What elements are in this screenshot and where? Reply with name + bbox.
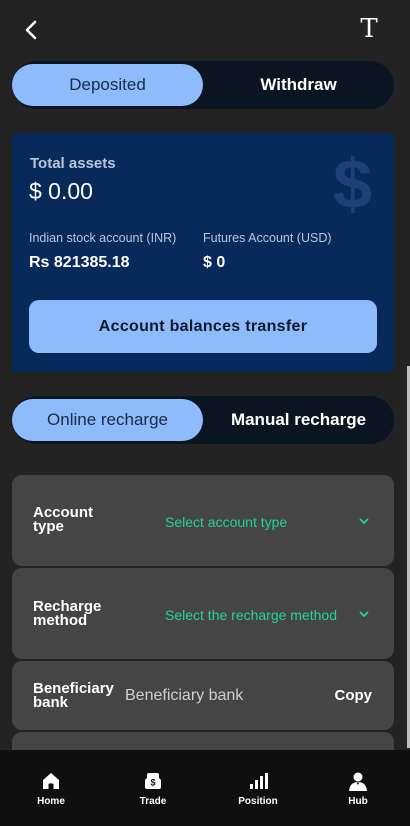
recharge-method-value: Select the recharge method <box>165 607 337 623</box>
recharge-method-label-line2: method <box>33 612 88 629</box>
chevron-down-icon <box>359 611 369 617</box>
account-type-label: Account type <box>33 505 93 535</box>
beneficiary-bank-label: Beneficiary bank <box>33 681 114 711</box>
tab-trade[interactable]: $ Trade <box>113 750 193 826</box>
bottom-tab-bar: Home $ Trade Position Hub <box>0 750 410 826</box>
hub-icon <box>349 772 367 791</box>
total-assets-label: Total assets <box>30 155 116 172</box>
deposit-withdraw-toggle: Deposited Withdraw <box>12 61 394 109</box>
tab-position-label: Position <box>238 796 278 807</box>
svg-text:$: $ <box>150 778 155 788</box>
total-assets-card: $ Total assets $ 0.00 Indian stock accou… <box>12 133 394 372</box>
home-icon <box>43 773 59 789</box>
recharge-method-label: Recharge method <box>33 599 101 629</box>
beneficiary-bank-value: Beneficiary bank <box>125 687 244 704</box>
tab-hub-label: Hub <box>348 796 368 807</box>
balance-transfer-button[interactable]: Account balances transfer <box>29 300 377 353</box>
indian-account-value: Rs 821385.18 <box>29 254 130 271</box>
recharge-type-toggle: Online recharge Manual recharge <box>12 396 394 444</box>
beneficiary-label-line2: bank <box>33 694 69 711</box>
futures-account-label: Futures Account (USD) <box>203 231 332 245</box>
position-icon <box>250 773 268 789</box>
chevron-down-icon <box>359 518 369 524</box>
beneficiary-bank-row: Beneficiary bank Beneficiary bank Copy <box>12 661 394 730</box>
tab-deposited[interactable]: Deposited <box>12 64 203 106</box>
top-bar: T <box>0 0 410 60</box>
chevron-left-icon <box>25 20 37 40</box>
account-type-select[interactable]: Account type Select account type <box>12 475 394 566</box>
futures-account-value: $ 0 <box>203 254 226 271</box>
tab-withdraw[interactable]: Withdraw <box>203 64 394 106</box>
account-type-label-line2: type <box>33 518 64 535</box>
dollar-icon: $ <box>333 145 372 223</box>
tab-hub[interactable]: Hub <box>318 750 398 826</box>
tab-manual-recharge[interactable]: Manual recharge <box>203 399 394 441</box>
trade-icon: $ <box>145 773 161 789</box>
back-button[interactable] <box>20 16 44 44</box>
indian-account-label: Indian stock account (INR) <box>29 231 177 245</box>
total-assets-value: $ 0.00 <box>29 178 93 204</box>
copy-button[interactable]: Copy <box>335 687 373 704</box>
account-type-value: Select account type <box>165 514 288 530</box>
tab-home[interactable]: Home <box>11 750 91 826</box>
tab-home-label: Home <box>37 796 65 807</box>
tab-trade-label: Trade <box>139 796 167 807</box>
tab-position[interactable]: Position <box>218 750 298 826</box>
tab-online-recharge[interactable]: Online recharge <box>12 399 203 441</box>
recharge-method-select[interactable]: Recharge method Select the recharge meth… <box>12 568 394 659</box>
font-size-button[interactable]: T <box>356 14 382 44</box>
